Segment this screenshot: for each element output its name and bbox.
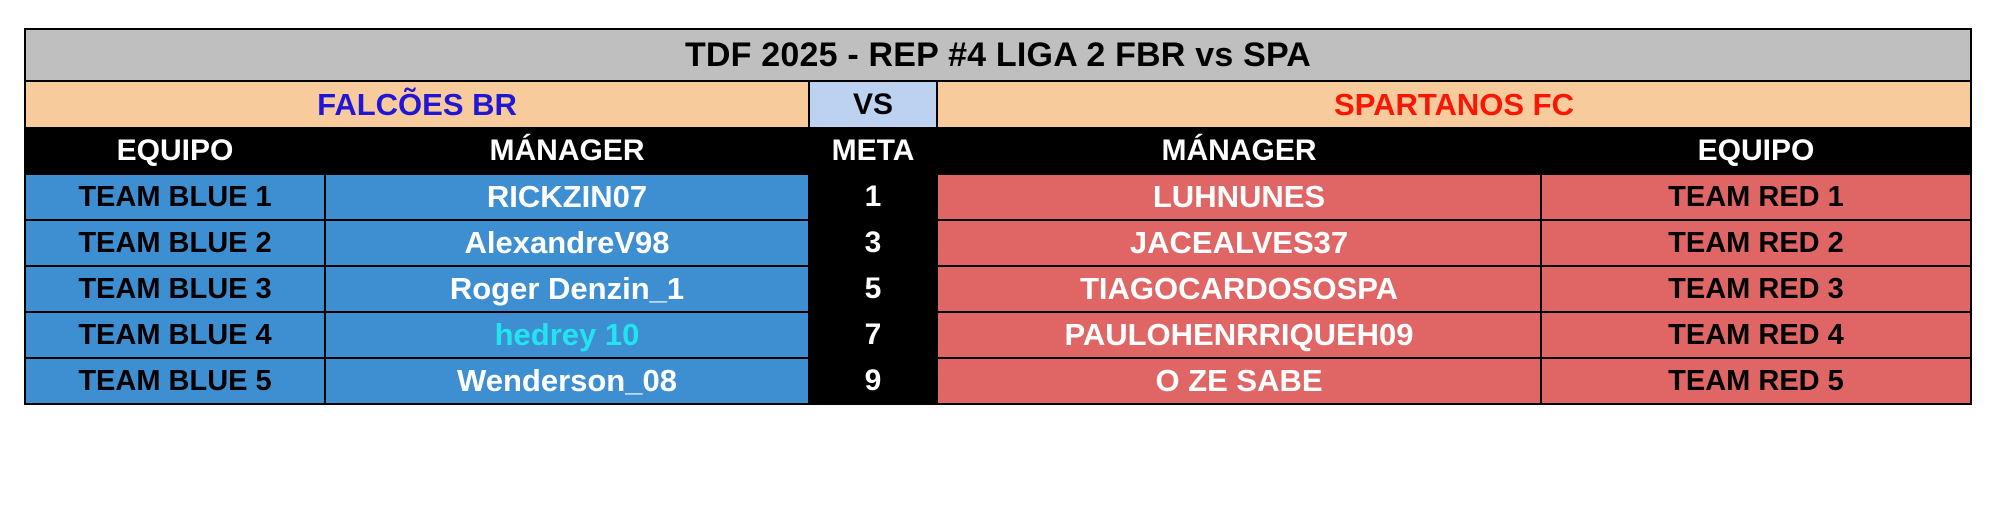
column-header-equipo-right: EQUIPO bbox=[1540, 127, 1972, 175]
cell-manager-right: TIAGOCARDOSOSPA bbox=[936, 265, 1542, 313]
cell-equipo-right: TEAM RED 5 bbox=[1540, 357, 1972, 405]
cell-equipo-right: TEAM RED 3 bbox=[1540, 265, 1972, 313]
team-names-row: FALCÕES BR VS SPARTANOS FC bbox=[24, 80, 1972, 129]
left-team-name: FALCÕES BR bbox=[24, 80, 810, 129]
column-header-manager-left: MÁNAGER bbox=[324, 127, 810, 175]
cell-manager-left: hedrey 10 bbox=[324, 311, 810, 359]
right-team-name: SPARTANOS FC bbox=[936, 80, 1972, 129]
cell-meta: 5 bbox=[808, 265, 938, 313]
cell-equipo-left: TEAM BLUE 3 bbox=[24, 265, 326, 313]
cell-manager-right: PAULOHENRRIQUEH09 bbox=[936, 311, 1542, 359]
cell-manager-left: Roger Denzin_1 bbox=[324, 265, 810, 313]
sheet-title: TDF 2025 - REP #4 LIGA 2 FBR vs SPA bbox=[24, 28, 1972, 82]
table-row: TEAM BLUE 3 Roger Denzin_1 5 TIAGOCARDOS… bbox=[24, 265, 1972, 313]
cell-manager-right: LUHNUNES bbox=[936, 173, 1542, 221]
column-header-manager-right: MÁNAGER bbox=[936, 127, 1542, 175]
table-row: TEAM BLUE 4 hedrey 10 7 PAULOHENRRIQUEH0… bbox=[24, 311, 1972, 359]
cell-equipo-left: TEAM BLUE 5 bbox=[24, 357, 326, 405]
cell-equipo-right: TEAM RED 1 bbox=[1540, 173, 1972, 221]
cell-equipo-left: TEAM BLUE 2 bbox=[24, 219, 326, 267]
cell-manager-left: Wenderson_08 bbox=[324, 357, 810, 405]
cell-equipo-left: TEAM BLUE 1 bbox=[24, 173, 326, 221]
lineup-table: TDF 2025 - REP #4 LIGA 2 FBR vs SPA FALC… bbox=[24, 28, 1972, 405]
table-row: TEAM BLUE 2 AlexandreV98 3 JACEALVES37 T… bbox=[24, 219, 1972, 267]
cell-equipo-left: TEAM BLUE 4 bbox=[24, 311, 326, 359]
cell-meta: 9 bbox=[808, 357, 938, 405]
cell-meta: 3 bbox=[808, 219, 938, 267]
vs-label: VS bbox=[808, 80, 938, 129]
cell-manager-left: RICKZIN07 bbox=[324, 173, 810, 221]
cell-manager-left: AlexandreV98 bbox=[324, 219, 810, 267]
cell-meta: 1 bbox=[808, 173, 938, 221]
cell-equipo-right: TEAM RED 4 bbox=[1540, 311, 1972, 359]
table-row: TEAM BLUE 5 Wenderson_08 9 O ZE SABE TEA… bbox=[24, 357, 1972, 405]
cell-meta: 7 bbox=[808, 311, 938, 359]
column-header-equipo-left: EQUIPO bbox=[24, 127, 326, 175]
title-row: TDF 2025 - REP #4 LIGA 2 FBR vs SPA bbox=[24, 28, 1972, 82]
cell-manager-right: O ZE SABE bbox=[936, 357, 1542, 405]
column-header-meta: META bbox=[808, 127, 938, 175]
match-lineup-sheet: TDF 2025 - REP #4 LIGA 2 FBR vs SPA FALC… bbox=[24, 28, 1972, 405]
column-header-row: EQUIPO MÁNAGER META MÁNAGER EQUIPO bbox=[24, 127, 1972, 175]
table-row: TEAM BLUE 1 RICKZIN07 1 LUHNUNES TEAM RE… bbox=[24, 173, 1972, 221]
cell-manager-right: JACEALVES37 bbox=[936, 219, 1542, 267]
cell-equipo-right: TEAM RED 2 bbox=[1540, 219, 1972, 267]
